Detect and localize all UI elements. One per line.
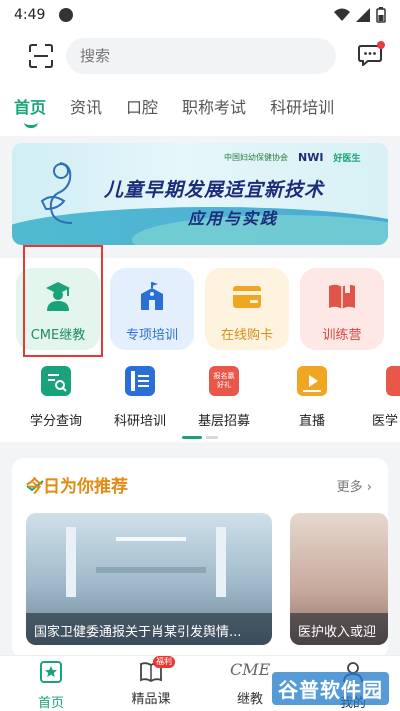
chevron-right-icon: ›	[366, 480, 372, 495]
status-bar: 4:49	[0, 0, 400, 30]
card-icon	[233, 286, 261, 308]
message-button[interactable]	[358, 41, 385, 68]
quick-label: 医学	[372, 414, 399, 429]
quick-label: 直播	[298, 414, 325, 429]
unread-dot	[377, 41, 385, 49]
nav-home[interactable]: 首页	[16, 660, 86, 711]
battery-icon	[376, 7, 386, 23]
mother-child-illustration	[40, 162, 73, 224]
welfare-badge: 福利	[153, 656, 175, 668]
header: 首页 资讯 口腔 职称考试 科研培训	[0, 30, 400, 136]
wifi-icon	[334, 8, 350, 21]
banner-logos: 中国妇幼保健协会 NWI 好医生	[224, 151, 360, 164]
medical-icon	[386, 366, 400, 396]
card-caption: 医护收入或迎	[290, 613, 388, 645]
banner-logo-org: 中国妇幼保健协会	[224, 153, 288, 162]
nav-label: 首页	[37, 696, 64, 711]
banner-title: 儿童早期发展适宜新技术	[104, 179, 325, 201]
nav-premium-course[interactable]: 福利 精品课	[116, 656, 186, 707]
feature-label: 专项培训	[125, 328, 178, 343]
hospital-photo	[66, 527, 226, 597]
indicator-active	[182, 436, 202, 439]
recommend-card[interactable]: 医护收入或迎	[290, 513, 388, 645]
quick-label: 基层招募	[197, 414, 250, 429]
notification-dot-icon	[59, 8, 74, 22]
quick-recruit[interactable]: 报名赢好礼 基层招募	[184, 366, 264, 429]
banner-logo-haoyisheng: 好医生	[333, 154, 361, 164]
quick-credit-query[interactable]: 学分查询	[16, 366, 96, 429]
search-input[interactable]	[80, 47, 280, 65]
search-box[interactable]	[66, 38, 336, 74]
more-label: 更多	[336, 480, 363, 495]
cme-icon: CME	[230, 660, 270, 684]
home-star-icon	[40, 661, 62, 683]
recommend-card[interactable]: 国家卫健委通报关于肖某引发舆情...	[26, 513, 272, 645]
nav-course-icon-wrap: 福利	[139, 656, 175, 684]
banner-logo-nwi: NWI	[298, 151, 324, 164]
recommend-more-link[interactable]: 更多 ›	[337, 476, 372, 495]
feature-buy-card[interactable]: 在线购卡	[205, 268, 289, 350]
tab-title-exam[interactable]: 职称考试	[182, 94, 246, 126]
tab-dental[interactable]: 口腔	[126, 94, 158, 126]
search-row	[0, 38, 400, 74]
feature-special-training[interactable]: 专项培训	[110, 268, 194, 350]
promo-banner[interactable]: 中国妇幼保健协会 NWI 好医生 儿童早期发展适宜新技术 应用与实践	[12, 143, 388, 245]
quick-label: 学分查询	[29, 414, 82, 429]
feature-camp[interactable]: 训练营	[300, 268, 384, 350]
card-caption: 国家卫健委通报关于肖某引发舆情...	[26, 613, 272, 645]
recommend-section: 今日为你推荐 更多 › 国家卫健委通报关于肖某引发舆情... 医护收入或迎	[12, 458, 388, 658]
cme-icon-text: CME	[230, 660, 271, 679]
book-icon	[329, 283, 355, 309]
signal-icon	[356, 8, 370, 22]
quick-label: 科研培训	[113, 414, 166, 429]
tab-research-training[interactable]: 科研培训	[270, 94, 334, 126]
quick-research-training[interactable]: 科研培训	[100, 366, 180, 429]
quick-links: 学分查询 科研培训 报名赢好礼 基层招募 直播 医学	[0, 358, 400, 442]
recruit-icon: 报名赢好礼	[209, 366, 239, 396]
category-tabs: 首页 资讯 口腔 职称考试 科研培训	[14, 94, 358, 128]
quick-medical[interactable]: 医学	[352, 366, 400, 429]
research-icon	[125, 366, 155, 396]
indicator-inactive	[206, 436, 218, 439]
tab-news[interactable]: 资讯	[70, 94, 102, 126]
live-icon	[297, 366, 327, 396]
quick-live[interactable]: 直播	[272, 366, 352, 429]
active-tab-indicator	[24, 122, 38, 128]
school-icon	[141, 282, 163, 310]
page-indicator	[182, 436, 218, 439]
nav-label: 精品课	[131, 692, 171, 707]
recruit-icon-text: 报名赢好礼	[213, 372, 235, 389]
scan-icon[interactable]	[28, 44, 54, 68]
feature-label: 训练营	[322, 328, 362, 343]
status-icons	[334, 7, 386, 23]
credit-query-icon	[41, 366, 71, 396]
status-time: 4:49	[14, 7, 46, 23]
highlight-box	[23, 245, 103, 357]
banner-subtitle: 应用与实践	[188, 209, 279, 228]
recommend-title: 今日为你推荐	[26, 477, 128, 497]
watermark-logo: 谷普软件园	[272, 672, 389, 705]
feature-label: 在线购卡	[220, 328, 273, 343]
